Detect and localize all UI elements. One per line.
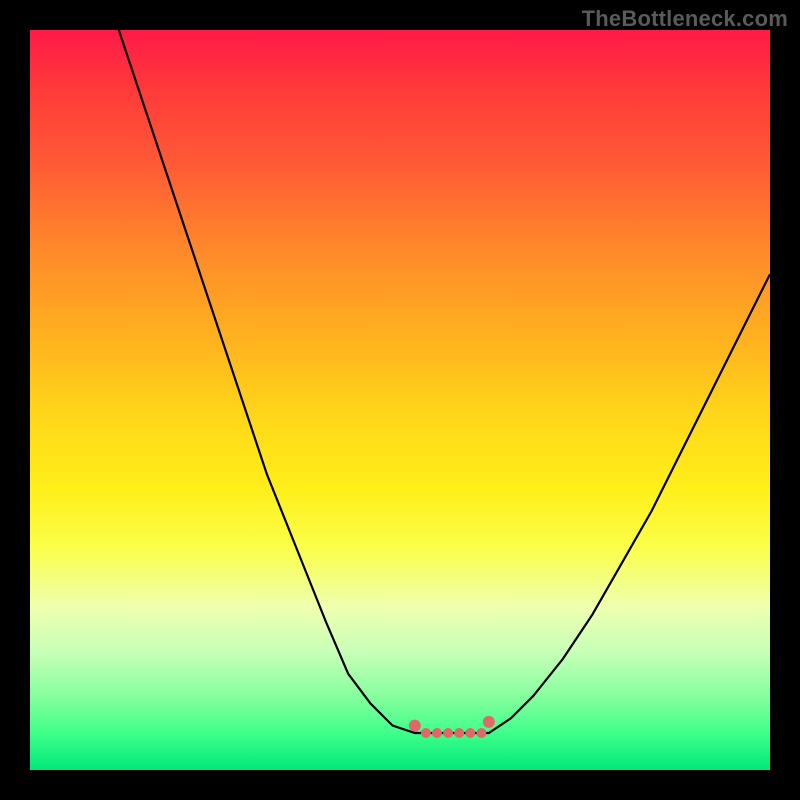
chart-frame: TheBottleneck.com xyxy=(0,0,800,800)
bottom-marker xyxy=(443,728,453,738)
bottom-marker xyxy=(421,728,431,738)
bottom-marker xyxy=(476,728,486,738)
bottom-marker xyxy=(432,728,442,738)
bottom-marker xyxy=(483,716,495,728)
watermark-text: TheBottleneck.com xyxy=(582,6,788,32)
bottom-marker xyxy=(465,728,475,738)
curve-layer xyxy=(30,30,770,770)
plot-area xyxy=(30,30,770,770)
bottom-marker xyxy=(454,728,464,738)
bottleneck-curve xyxy=(119,30,770,733)
bottom-marker xyxy=(409,720,421,732)
